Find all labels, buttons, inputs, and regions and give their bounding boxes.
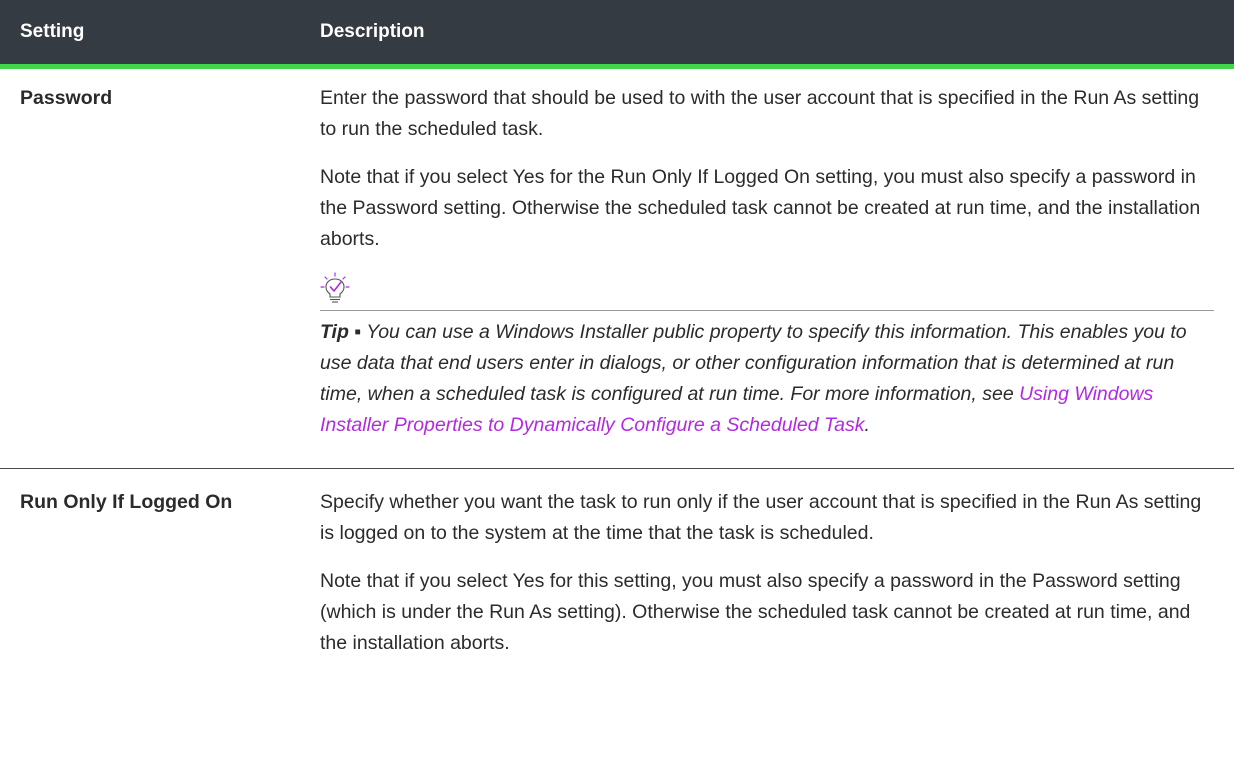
tip-end: . [864,413,870,436]
description-paragraph: Note that if you select Yes for the Run … [320,165,1201,250]
table-row: Password Enter the password that should … [0,66,1234,469]
setting-description-run-only-if-logged-on: Specify whether you want the task to run… [300,468,1234,686]
header-description: Description [320,20,425,42]
description-paragraph: Note that if you select Yes for this set… [320,569,1191,654]
description-paragraph: Specify whether you want the task to run… [320,490,1202,544]
lightbulb-check-icon [320,271,350,303]
header-setting: Setting [20,20,85,42]
tip-text: Tip ▪ You can use a Windows Installer pu… [320,317,1214,441]
tip-label: Tip ▪ [320,320,362,343]
table-row: Run Only If Logged On Specify whether yo… [0,468,1234,686]
setting-description-password: Enter the password that should be used t… [300,66,1234,469]
tip-divider [320,309,1214,311]
settings-table: Setting Description Password Enter the p… [0,0,1234,686]
description-paragraph: Enter the password that should be used t… [320,86,1200,140]
table-header-row: Setting Description [0,0,1234,66]
setting-name-password: Password [0,66,300,469]
setting-name-run-only-if-logged-on: Run Only If Logged On [20,490,233,513]
